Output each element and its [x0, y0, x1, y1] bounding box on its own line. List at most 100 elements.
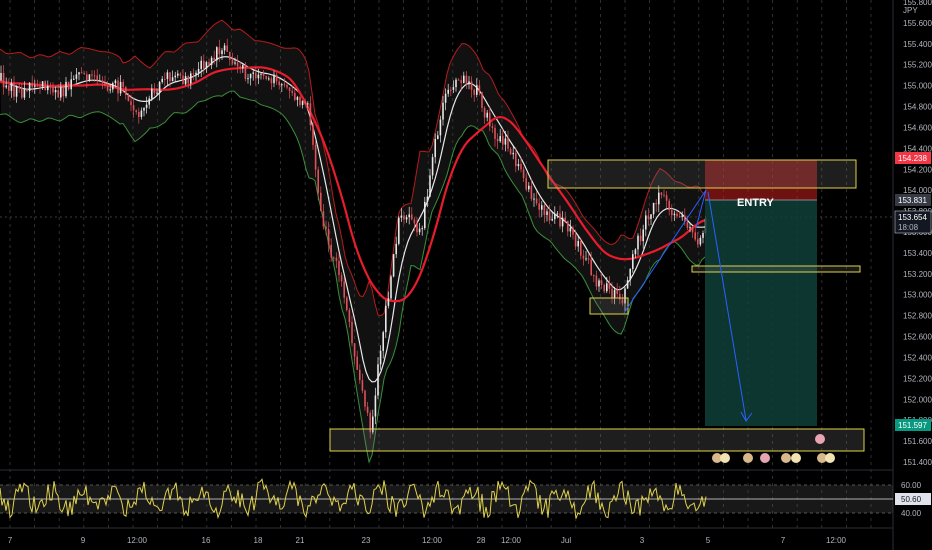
candle-body	[489, 112, 491, 127]
candle-body	[252, 72, 254, 74]
price-axis-tick: 154.200	[903, 165, 932, 174]
position-take-profit-area[interactable]	[705, 200, 817, 426]
event-marker-icon[interactable]	[720, 453, 730, 463]
candle-body	[109, 89, 111, 91]
candle-body	[187, 76, 189, 84]
candle-body	[8, 85, 10, 91]
candle-body	[260, 73, 262, 75]
time-axis-tick: 7	[8, 536, 13, 545]
candle-body	[104, 82, 106, 86]
candle-body	[21, 87, 23, 98]
candle-body	[101, 80, 104, 83]
candle-body	[634, 249, 637, 255]
candle-body	[80, 72, 83, 74]
candle-body	[671, 210, 673, 216]
candle-body	[205, 62, 208, 69]
candle-body	[91, 74, 93, 76]
candle-body	[699, 237, 702, 245]
price-chart[interactable]: ENTRY 155.800155.600155.400155.200155.00…	[0, 0, 932, 550]
event-marker-icon[interactable]	[760, 453, 770, 463]
candle-body	[525, 178, 527, 190]
candle-body	[387, 298, 390, 306]
candle-body	[424, 201, 426, 229]
price-axis-tick: 155.400	[903, 40, 932, 49]
candle-body	[377, 364, 379, 396]
candle-body	[543, 205, 546, 215]
candle-body	[447, 89, 449, 94]
candle-body	[574, 234, 577, 247]
candle-body	[244, 65, 247, 79]
candle-body	[138, 111, 140, 117]
candle-body	[2, 73, 5, 88]
candle-body	[374, 395, 377, 417]
resistance-zone[interactable]	[547, 159, 857, 189]
candle-body	[226, 45, 228, 52]
time-axis-tick: 12:00	[826, 536, 847, 545]
candle-body	[491, 126, 494, 128]
candle-body	[125, 87, 127, 95]
time-axis-tick: 12:00	[127, 536, 148, 545]
candle-body	[613, 289, 616, 298]
candle-body	[408, 214, 410, 218]
candle-body	[632, 254, 634, 269]
candle-body	[361, 380, 364, 391]
candle-body	[595, 275, 598, 287]
candle-body	[106, 85, 109, 91]
candle-body	[65, 81, 67, 97]
candle-body	[278, 81, 280, 86]
candle-body	[564, 217, 566, 221]
demand-zone-small[interactable]	[589, 297, 629, 315]
candle-body	[195, 72, 197, 75]
candle-body	[476, 85, 478, 95]
candle-body	[538, 203, 540, 210]
candle-body	[580, 241, 582, 256]
candle-body	[135, 110, 137, 112]
candle-body	[247, 78, 249, 80]
candle-body	[312, 125, 314, 145]
candle-body	[117, 80, 119, 94]
price-axis-tick: 154.800	[903, 103, 932, 112]
candle-body	[379, 350, 382, 365]
candle-body	[463, 75, 465, 83]
event-marker-icon[interactable]	[791, 453, 801, 463]
candle-body	[486, 112, 488, 118]
candle-body	[184, 76, 187, 85]
time-axis-tick: 12:00	[422, 536, 443, 545]
candle-body	[216, 47, 218, 61]
candle-body	[434, 139, 436, 158]
candle-body	[426, 196, 429, 202]
time-axis-tick: 9	[81, 536, 86, 545]
candle-body	[673, 213, 676, 216]
candle-body	[86, 74, 88, 81]
candle-body	[642, 229, 644, 242]
candle-body	[678, 216, 681, 218]
candle-body	[390, 276, 392, 299]
candle-body	[70, 79, 72, 90]
candle-body	[78, 72, 80, 75]
candle-body	[593, 275, 595, 277]
candle-body	[502, 136, 504, 145]
candle-body	[26, 88, 28, 92]
price-tag-current-text: 153.654	[898, 213, 927, 222]
event-marker-icon[interactable]	[781, 453, 791, 463]
candle-body	[382, 332, 384, 351]
candle-body	[242, 65, 244, 69]
candle-body	[273, 74, 275, 84]
entry-zone-line[interactable]	[691, 265, 861, 273]
candle-body	[96, 75, 98, 81]
event-marker-icon[interactable]	[743, 453, 753, 463]
time-axis-tick: 23	[362, 536, 371, 545]
target-support-zone[interactable]	[329, 428, 865, 452]
candle-body	[83, 73, 85, 75]
candle-body	[517, 164, 520, 167]
event-marker-icon[interactable]	[825, 453, 835, 463]
candle-body	[179, 73, 182, 76]
candle-body	[281, 84, 283, 86]
candle-body	[236, 62, 239, 67]
candle-body	[587, 258, 590, 260]
candle-body	[286, 84, 288, 88]
price-axis-tick: 155.200	[903, 61, 932, 70]
candle-body	[301, 101, 304, 105]
event-marker-icon[interactable]	[815, 434, 825, 444]
candle-body	[691, 227, 694, 233]
